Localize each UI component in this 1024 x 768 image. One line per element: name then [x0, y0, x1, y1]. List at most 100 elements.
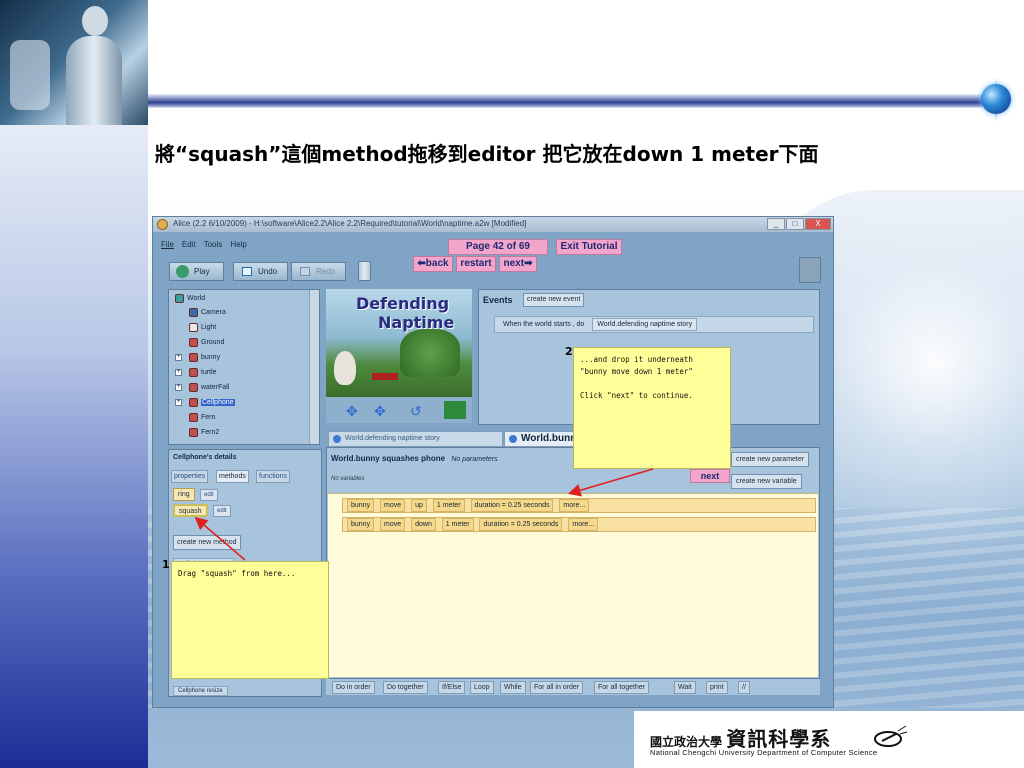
tab-methods[interactable]: methods — [216, 470, 249, 483]
more-dropdown[interactable]: more... — [568, 518, 599, 531]
object-dropdown[interactable]: bunny — [347, 499, 375, 512]
undo-label: Undo — [258, 267, 278, 276]
logo-university-name: 國立政治大學 — [650, 735, 723, 749]
left-gradient-band — [0, 125, 148, 768]
world-start-event[interactable]: When the world starts , do World.defendi… — [494, 316, 814, 333]
close-button[interactable]: X — [805, 218, 831, 230]
if-else-button[interactable]: If/Else — [438, 681, 466, 694]
header-bar — [148, 94, 983, 108]
edit-ring-button[interactable]: edit — [200, 489, 218, 501]
window-controls: _ □ X — [767, 218, 831, 231]
tree-item-camera[interactable]: Camera — [189, 307, 226, 319]
restart-button[interactable]: restart — [456, 256, 496, 272]
tab-world-bunny[interactable]: World.bunny — [504, 431, 584, 447]
maximize-button[interactable]: □ — [786, 218, 804, 230]
back-button[interactable]: ⬅back — [413, 256, 453, 272]
method-squash[interactable]: squash — [173, 504, 208, 517]
details-title: Cellphone's details — [173, 454, 237, 461]
step-2-number: 2 — [565, 345, 573, 358]
tree-item-fern[interactable]: Fern — [189, 412, 215, 424]
tree-item-bunny[interactable]: + bunny — [175, 352, 220, 364]
duration-dropdown[interactable]: duration = 0.25 seconds — [470, 499, 554, 512]
amount-dropdown[interactable]: 1 meter — [432, 499, 465, 512]
more-dropdown[interactable]: more... — [559, 499, 590, 512]
tab-functions[interactable]: functions — [256, 470, 291, 483]
undo-button[interactable]: Undo — [233, 262, 288, 281]
scene-view[interactable]: Defending Naptime — [326, 289, 472, 397]
trash-icon[interactable] — [358, 261, 371, 281]
edit-squash-button[interactable]: edit — [213, 505, 231, 517]
for-all-in-order-button[interactable]: For all in order — [530, 681, 584, 694]
move-arrow-icon[interactable]: ✥ — [374, 403, 386, 420]
minimize-button[interactable]: _ — [767, 218, 785, 230]
expand-icon[interactable]: + — [175, 354, 182, 361]
code-line-move-up[interactable]: bunny move up 1 meter duration = 0.25 se… — [342, 498, 816, 513]
camera-controls: ✥ ✥ ↺ — [326, 397, 472, 423]
next-button[interactable]: next➡ — [499, 256, 537, 272]
scene-title: Defending Naptime — [356, 294, 455, 332]
clipboard-icon[interactable] — [799, 257, 821, 283]
menu-help[interactable]: Help — [230, 240, 246, 249]
menu-edit[interactable]: Edit — [182, 240, 196, 249]
direction-dropdown[interactable]: up — [411, 499, 427, 512]
tree-item-waterfall[interactable]: + waterFall — [175, 382, 229, 394]
event-target-dropdown[interactable]: World.defending naptime story — [592, 318, 698, 331]
duration-dropdown[interactable]: duration = 0.25 seconds — [479, 518, 563, 531]
play-icon — [176, 265, 189, 278]
do-together-button[interactable]: Do together — [383, 681, 428, 694]
step-1-number: 1 — [162, 558, 170, 571]
next-label: next — [503, 258, 525, 269]
redo-button[interactable]: Redo — [291, 262, 346, 281]
direction-dropdown[interactable]: down — [411, 518, 436, 531]
expand-icon[interactable]: + — [175, 384, 182, 391]
tab-properties[interactable]: properties — [171, 470, 209, 483]
bunny-figure — [334, 351, 356, 385]
back-label: back — [425, 258, 449, 269]
while-button[interactable]: While — [500, 681, 526, 694]
for-all-together-button[interactable]: For all together — [594, 681, 650, 694]
tree-item-light[interactable]: Light — [189, 322, 216, 334]
light-icon — [189, 322, 198, 332]
method-tab-icon — [333, 435, 341, 443]
tree-item-ground[interactable]: Ground — [189, 337, 224, 349]
create-parameter-button[interactable]: create new parameter — [731, 452, 810, 467]
menu-bar: File Edit Tools Help — [161, 240, 247, 249]
expand-icon[interactable]: + — [175, 399, 182, 406]
move-arrow-icon[interactable]: ✥ — [346, 403, 358, 420]
code-line-move-down[interactable]: bunny move down 1 meter duration = 0.25 … — [342, 517, 816, 532]
print-button[interactable]: print — [706, 681, 728, 694]
play-button[interactable]: Play — [169, 262, 224, 281]
code-area[interactable]: bunny move up 1 meter duration = 0.25 se… — [328, 493, 818, 677]
tree-item-turtle[interactable]: + turtle — [175, 367, 217, 379]
menu-file[interactable]: File — [161, 240, 174, 249]
object-dropdown[interactable]: bunny — [347, 518, 375, 531]
world-icon — [175, 293, 184, 303]
method-cellphone-resize[interactable]: Cellphone resize — [173, 686, 228, 696]
menu-tools[interactable]: Tools — [204, 240, 223, 249]
tilt-arrow-icon[interactable]: ↺ — [410, 403, 422, 420]
tree-item-cellphone[interactable]: + Cellphone — [175, 397, 235, 409]
method-dropdown[interactable]: move — [380, 499, 406, 512]
more-controls-button[interactable] — [444, 401, 466, 419]
university-logo-mark — [874, 725, 908, 747]
create-event-button[interactable]: create new event — [523, 293, 585, 307]
expand-icon[interactable]: + — [175, 369, 182, 376]
comment-button[interactable]: // — [738, 681, 750, 694]
tree-item-fern2[interactable]: Fern2 — [189, 427, 219, 439]
method-dropdown[interactable]: move — [380, 518, 406, 531]
loop-button[interactable]: Loop — [470, 681, 494, 694]
callout-next-button[interactable]: next — [690, 469, 730, 483]
tab-defending-naptime-story[interactable]: World.defending naptime story — [328, 431, 503, 447]
do-in-order-button[interactable]: Do in order — [332, 681, 375, 694]
wait-button[interactable]: Wait — [674, 681, 696, 694]
tree-item-world[interactable]: World — [175, 293, 205, 305]
method-ring[interactable]: ring — [173, 488, 195, 501]
exit-tutorial-button[interactable]: Exit Tutorial — [556, 239, 622, 255]
create-method-button[interactable]: create new method — [173, 535, 241, 550]
create-variable-button[interactable]: create new variable — [731, 474, 802, 489]
callout-step-2: ...and drop it underneath "bunny move do… — [573, 347, 731, 469]
amount-dropdown[interactable]: 1 meter — [441, 518, 474, 531]
object-tree-scrollbar[interactable] — [309, 290, 319, 444]
logo-english: National Chengchi University Department … — [650, 748, 878, 757]
window-titlebar[interactable]: Alice (2.2 6/10/2009) - H:\software\Alic… — [153, 217, 833, 232]
